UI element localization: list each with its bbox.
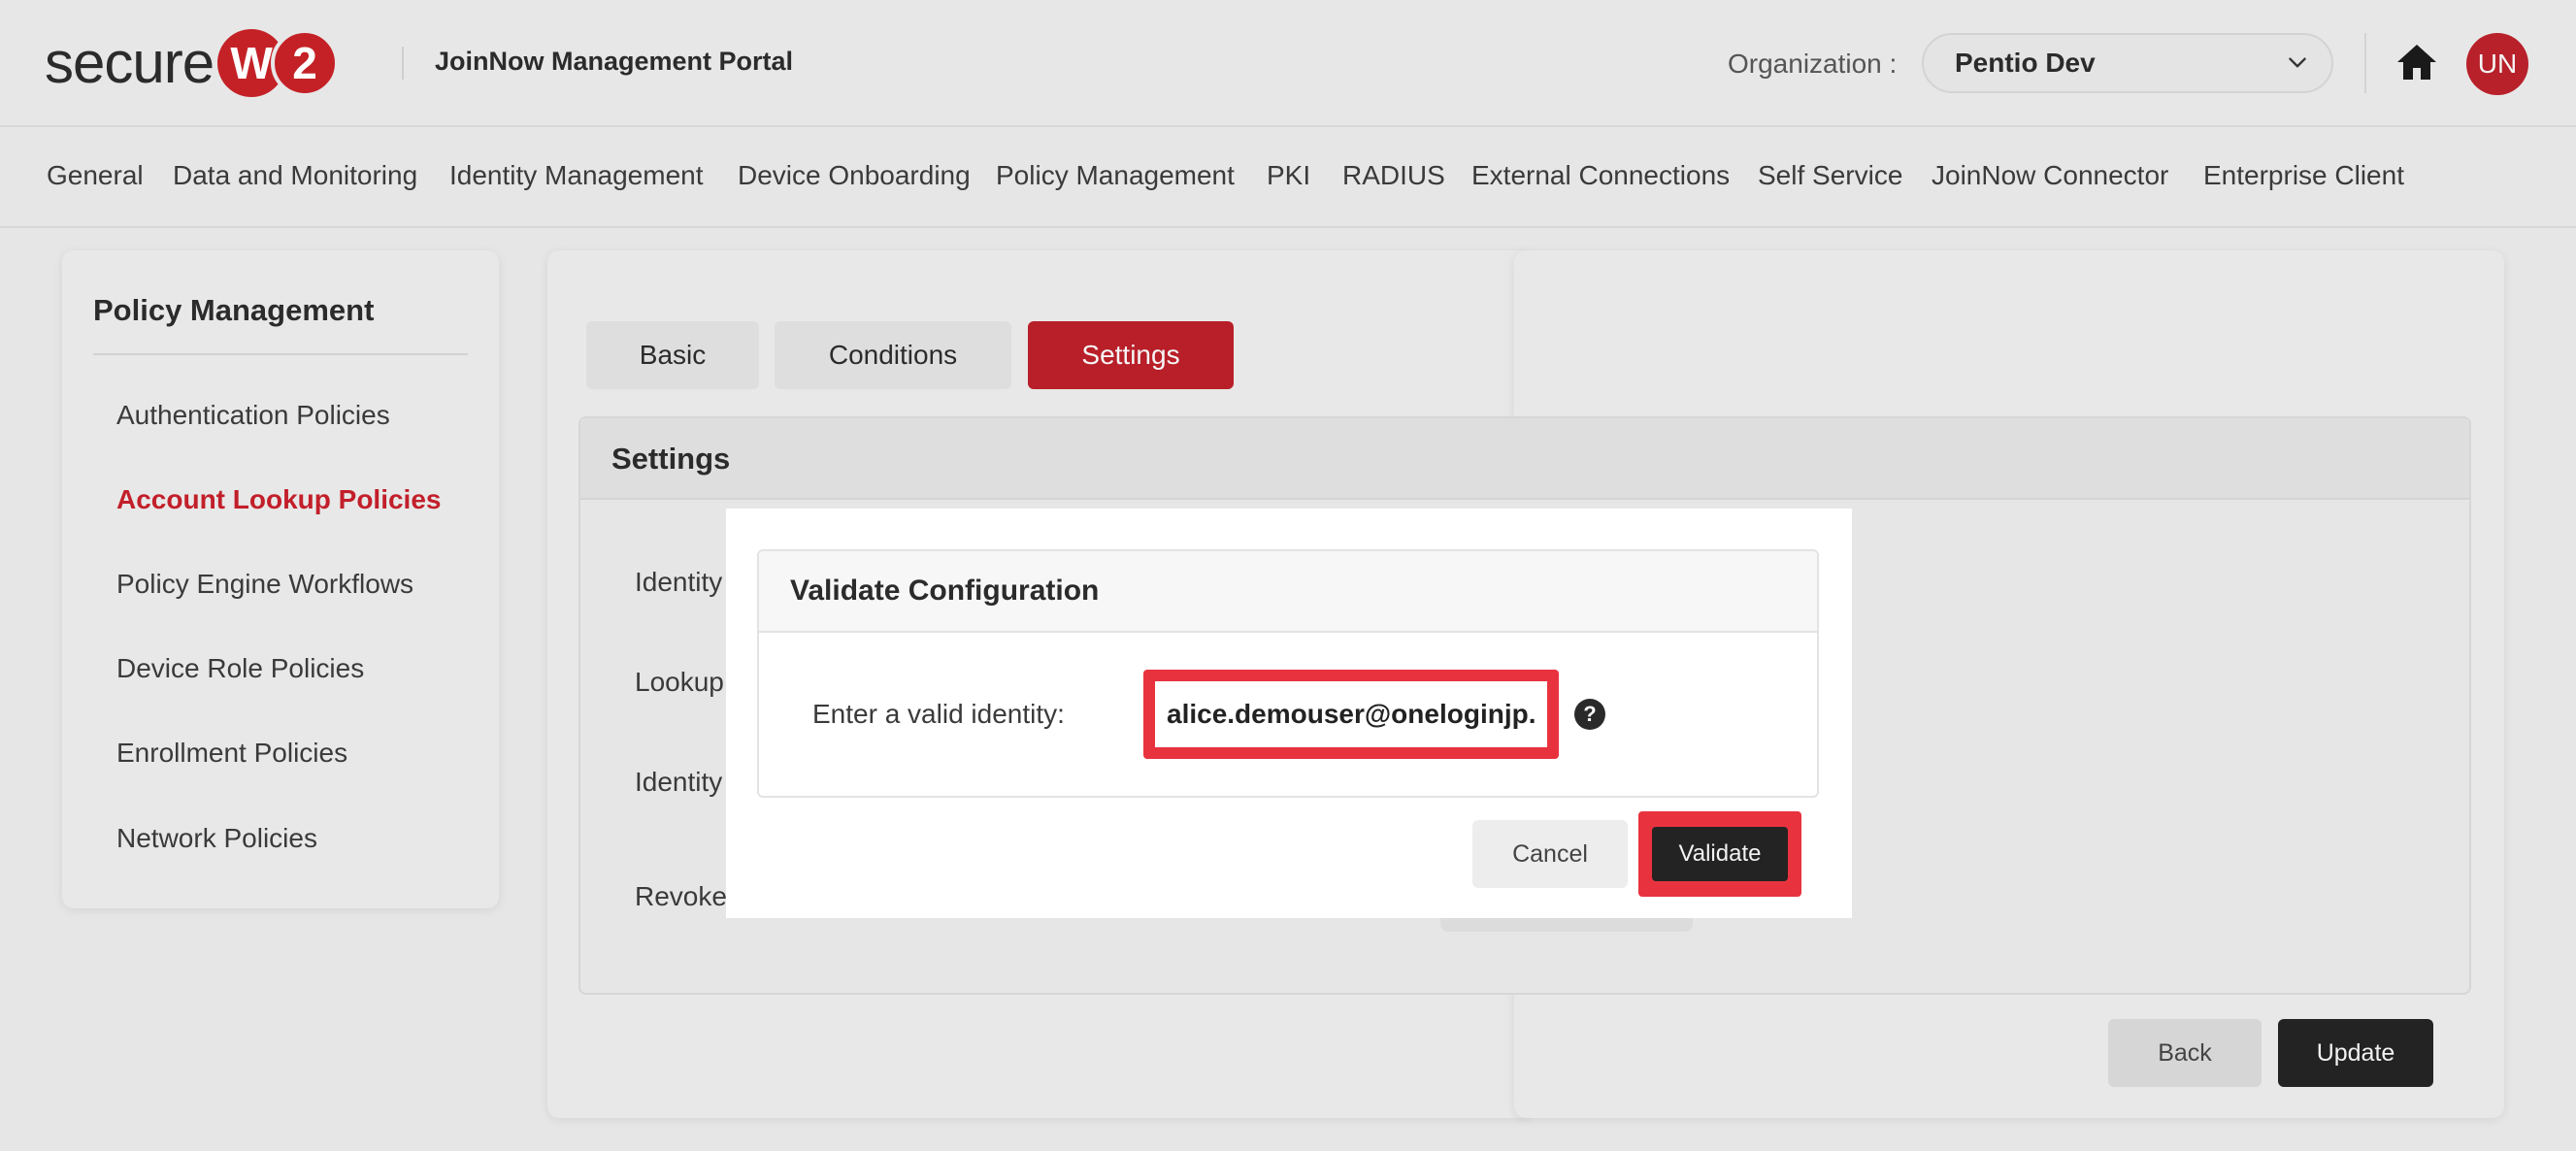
settings-panel-title: Settings (611, 442, 731, 476)
nav-item-policy-management[interactable]: Policy Management (996, 160, 1235, 191)
sidebar-divider (93, 353, 468, 355)
settings-field-label-revoke: Revoke (635, 881, 727, 911)
sidebar-item-authentication-policies[interactable]: Authentication Policies (116, 400, 390, 431)
tab-conditions[interactable]: Conditions (775, 321, 1011, 389)
identity-input-highlight (1143, 670, 1559, 759)
header-separator (2364, 33, 2366, 93)
securew2-logo[interactable]: secure W 2 (45, 29, 340, 97)
nav-item-joinnow-connector[interactable]: JoinNow Connector (1932, 160, 2168, 191)
sidebar-item-account-lookup-policies[interactable]: Account Lookup Policies (116, 484, 441, 515)
nav-item-identity-management[interactable]: Identity Management (449, 160, 704, 191)
organization-label: Organization : (1728, 49, 1898, 79)
help-icon[interactable]: ? (1574, 699, 1605, 730)
nav-item-general[interactable]: General (47, 160, 144, 191)
sidebar-item-network-policies[interactable]: Network Policies (116, 823, 317, 854)
header-divider (402, 47, 404, 80)
settings-field-label-identity: Identity (635, 567, 723, 597)
organization-select[interactable]: Pentio Dev (1922, 33, 2333, 93)
sidebar-item-policy-engine-workflows[interactable]: Policy Engine Workflows (116, 569, 413, 600)
nav-item-device-onboarding[interactable]: Device Onboarding (738, 160, 971, 191)
logo-text: secure (45, 30, 215, 95)
nav-item-enterprise-client[interactable]: Enterprise Client (2203, 160, 2404, 191)
validate-button-highlight: Validate (1638, 811, 1801, 897)
main-nav: General Data and Monitoring Identity Man… (0, 129, 2576, 228)
logo-badge-2: 2 (271, 29, 340, 97)
sidebar: Policy Management Authentication Policie… (62, 250, 499, 908)
organization-value: Pentio Dev (1955, 48, 2096, 78)
settings-field-label-lookup: Lookup (635, 667, 724, 697)
user-avatar[interactable]: UN (2466, 33, 2528, 95)
back-button[interactable]: Back (2108, 1019, 2262, 1087)
update-button[interactable]: Update (2278, 1019, 2433, 1087)
logo-badge: W 2 (217, 29, 340, 97)
modal-header: Validate Configuration (759, 551, 1817, 633)
tab-settings[interactable]: Settings (1028, 321, 1234, 389)
settings-field-label-identity-2: Identity (635, 767, 723, 797)
nav-item-external-connections[interactable]: External Connections (1471, 160, 1730, 191)
sidebar-item-enrollment-policies[interactable]: Enrollment Policies (116, 738, 347, 769)
validate-button[interactable]: Validate (1652, 827, 1788, 881)
nav-item-radius[interactable]: RADIUS (1342, 160, 1445, 191)
chevron-down-icon (2289, 57, 2306, 68)
settings-panel-header: Settings (580, 418, 2469, 500)
modal-title: Validate Configuration (790, 575, 1100, 607)
portal-title: JoinNow Management Portal (435, 47, 794, 76)
nav-item-self-service[interactable]: Self Service (1758, 160, 1902, 191)
sidebar-item-device-role-policies[interactable]: Device Role Policies (116, 653, 364, 684)
sidebar-title: Policy Management (93, 293, 375, 327)
top-header: secure W 2 JoinNow Management Portal Org… (0, 0, 2576, 127)
home-icon[interactable] (2395, 43, 2438, 82)
identity-field-label: Enter a valid identity: (812, 699, 1065, 729)
identity-input[interactable] (1155, 681, 1547, 747)
nav-item-pki[interactable]: PKI (1267, 160, 1310, 191)
tab-basic[interactable]: Basic (586, 321, 759, 389)
nav-item-data-monitoring[interactable]: Data and Monitoring (173, 160, 417, 191)
cancel-button[interactable]: Cancel (1472, 820, 1628, 888)
